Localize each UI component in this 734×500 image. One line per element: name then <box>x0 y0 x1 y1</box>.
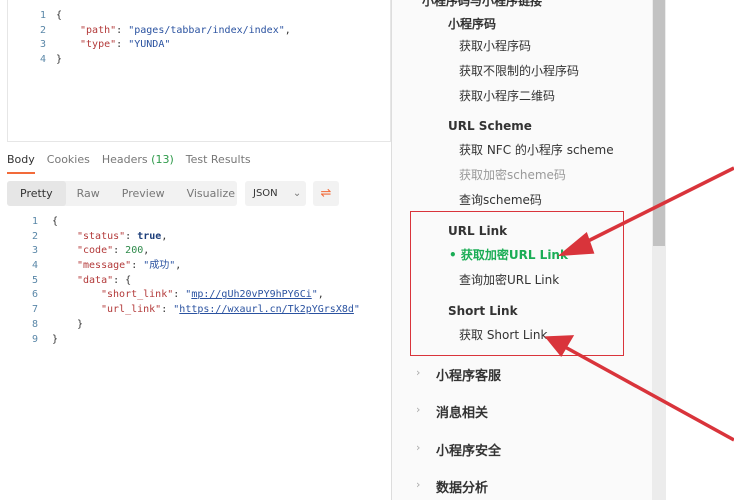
annotation-arrows <box>544 166 734 442</box>
arrow-line <box>564 345 734 442</box>
arrow-head <box>557 232 595 257</box>
arrow-line <box>579 166 734 247</box>
arrow-head <box>544 335 575 358</box>
